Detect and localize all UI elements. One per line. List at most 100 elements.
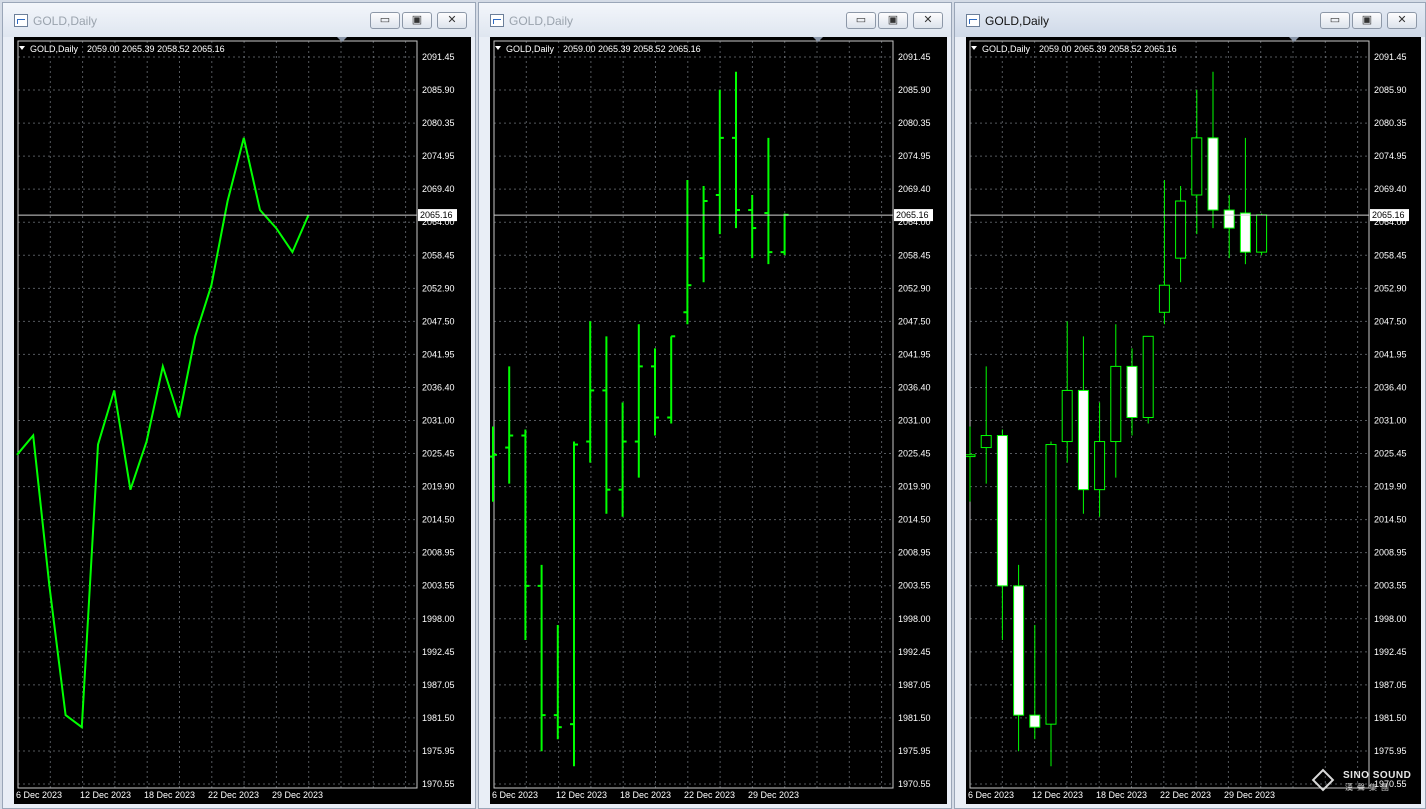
price-axis-label: 2036.40 [1374, 382, 1407, 392]
price-axis-label: 2041.95 [898, 349, 931, 359]
window-title: GOLD,Daily [33, 14, 98, 28]
price-axis-label: 2008.95 [898, 548, 931, 558]
price-axis-label: 1987.05 [898, 680, 931, 690]
date-axis-label: 18 Dec 2023 [1096, 790, 1147, 800]
price-axis-label: 2069.40 [422, 184, 455, 194]
price-axis-label: 2014.50 [422, 515, 455, 525]
price-axis-label: 1998.00 [422, 614, 455, 624]
date-axis-label: 29 Dec 2023 [748, 790, 799, 800]
chart-shift-marker[interactable] [813, 37, 823, 42]
close-button[interactable]: ✕ [437, 12, 467, 29]
date-axis-label: 22 Dec 2023 [684, 790, 735, 800]
price-axis-label: 2074.95 [1374, 151, 1407, 161]
chart-symbol-label: GOLD,Daily [30, 44, 79, 54]
price-axis-label: 2003.55 [1374, 581, 1407, 591]
price-axis-label: 1992.45 [1374, 647, 1407, 657]
price-axis-label: 2069.40 [1374, 184, 1407, 194]
price-axis-label: 2052.90 [898, 283, 931, 293]
price-axis-label: 1992.45 [898, 647, 931, 657]
restore-button[interactable]: ▣ [1352, 12, 1382, 29]
bar-chart-area[interactable]: 2091.45 2085.90 2080.35 2074.95 2069.40 2064.… [490, 37, 947, 804]
chart-ohlc-label: 2059.00 2065.39 2058.52 2065.16 [563, 44, 701, 54]
minimize-button[interactable]: ▭ [846, 12, 876, 29]
chart-window-candle[interactable]: GOLD,Daily ▭ ▣ ✕ 2091.45 2085.90 2080.35 20… [954, 2, 1426, 809]
date-axis-label: 6 Dec 2023 [16, 790, 62, 800]
date-axis-label: 29 Dec 2023 [1224, 790, 1275, 800]
price-axis-label: 2091.45 [422, 52, 455, 62]
price-axis-label: 2058.45 [1374, 250, 1407, 260]
chart-svg: 2091.452085.902080.352074.952069.402064.… [14, 37, 471, 804]
candle-body [1045, 444, 1057, 725]
price-axis-label: 2047.50 [1374, 316, 1407, 326]
date-axis-label: 22 Dec 2023 [1160, 790, 1211, 800]
price-axis-label: 2074.95 [898, 151, 931, 161]
price-axis-label: 2031.00 [422, 416, 455, 426]
window-titlebar[interactable]: GOLD,Daily ▭ ▣ ✕ [955, 3, 1425, 37]
price-axis-label: 2047.50 [898, 316, 931, 326]
close-button[interactable]: ✕ [913, 12, 943, 29]
restore-button[interactable]: ▣ [402, 12, 432, 29]
price-axis-label: 2085.90 [422, 85, 455, 95]
candle-body [1191, 137, 1203, 196]
candle-body [1077, 389, 1089, 491]
candle-body [1239, 212, 1251, 253]
chart-symbol-label: GOLD,Daily [982, 44, 1031, 54]
price-axis-label: 2080.35 [898, 118, 931, 128]
price-axis-label: 1975.95 [898, 746, 931, 756]
minimize-button[interactable]: ▭ [1320, 12, 1350, 29]
date-axis-label: 6 Dec 2023 [968, 790, 1014, 800]
candle-body [1094, 441, 1106, 491]
candle [1045, 441, 1057, 767]
chart-window-bar[interactable]: GOLD,Daily ▭ ▣ ✕ 2091.45 2085.90 2080.35 20… [478, 2, 952, 809]
candle-body [1158, 284, 1170, 313]
date-axis-label: 12 Dec 2023 [80, 790, 131, 800]
price-axis-label: 2025.45 [1374, 449, 1407, 459]
candle-body [1223, 209, 1235, 229]
price-axis-label: 2036.40 [422, 382, 455, 392]
price-axis-label: 1992.45 [422, 647, 455, 657]
price-axis-label: 1998.00 [898, 614, 931, 624]
chart-window-line[interactable]: GOLD,Daily ▭ ▣ ✕ 2091.45 2085.90 2080.35 20… [2, 2, 476, 809]
candle [1256, 213, 1268, 256]
candle-body [966, 454, 976, 458]
price-axis-label: 2047.50 [422, 316, 455, 326]
candle-chart-area[interactable]: 2091.45 2085.90 2080.35 2074.95 2069.40 2064.… [966, 37, 1421, 804]
chart-shift-marker[interactable] [337, 37, 347, 42]
chart-window-icon [966, 14, 980, 27]
candle-body [1029, 714, 1041, 728]
restore-button[interactable]: ▣ [878, 12, 908, 29]
price-axis-label: 2014.50 [1374, 515, 1407, 525]
date-axis-label: 12 Dec 2023 [1032, 790, 1083, 800]
price-axis-label: 2069.40 [898, 184, 931, 194]
candle-body [980, 435, 992, 449]
price-axis-label: 2085.90 [1374, 85, 1407, 95]
close-button[interactable]: ✕ [1387, 12, 1417, 29]
price-axis-label: 2019.90 [1374, 482, 1407, 492]
date-axis-label: 18 Dec 2023 [620, 790, 671, 800]
minimize-button[interactable]: ▭ [370, 12, 400, 29]
candle-body [1110, 365, 1122, 443]
logo-diamond-icon [1311, 768, 1335, 792]
candle-body [1126, 365, 1138, 418]
line-chart-area[interactable]: 2091.45 2085.90 2080.35 2074.95 2069.40 2064.… [14, 37, 471, 804]
window-titlebar[interactable]: GOLD,Daily ▭ ▣ ✕ [479, 3, 951, 37]
watermark-subtext: 漢聲集團 [1345, 783, 1393, 792]
price-axis-label: 2058.45 [898, 250, 931, 260]
price-axis-label: 1998.00 [1374, 614, 1407, 624]
chart-shift-marker[interactable] [1289, 37, 1299, 42]
price-axis-label: 2025.45 [422, 449, 455, 459]
chart-window-icon [490, 14, 504, 27]
price-axis-label: 2014.50 [898, 515, 931, 525]
price-axis-label: 2008.95 [1374, 548, 1407, 558]
candle-body [1013, 585, 1025, 716]
price-axis-label: 2003.55 [898, 581, 931, 591]
price-axis-label: 2074.95 [422, 151, 455, 161]
price-axis-label: 2080.35 [422, 118, 455, 128]
watermark-logo: SINO SOUND 漢聲集團 [1311, 768, 1411, 796]
price-axis-label: 1981.50 [422, 713, 455, 723]
price-axis-label: 1981.50 [1374, 713, 1407, 723]
chart-symbol-label: GOLD,Daily [506, 44, 555, 54]
price-axis-label: 2041.95 [422, 349, 455, 359]
candle [1142, 335, 1154, 424]
window-titlebar[interactable]: GOLD,Daily ▭ ▣ ✕ [3, 3, 475, 37]
